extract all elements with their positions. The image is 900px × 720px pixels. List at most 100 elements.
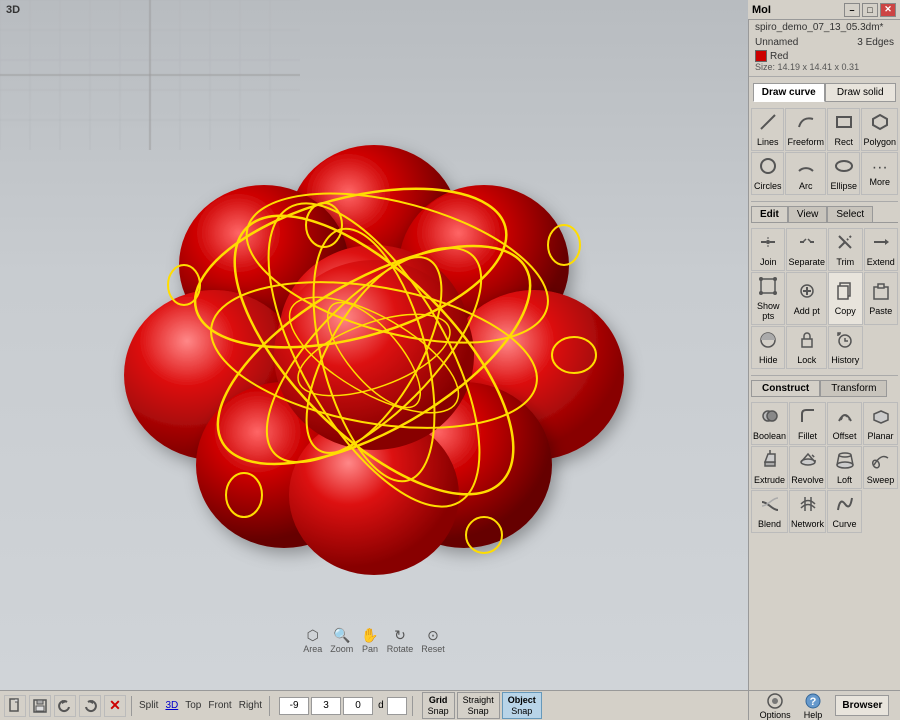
d-coord[interactable] <box>387 697 407 715</box>
tool-extend[interactable]: Extend <box>864 228 898 271</box>
more-icon: ··· <box>872 160 888 176</box>
z-coord[interactable] <box>343 697 373 715</box>
delete-button[interactable]: ✕ <box>104 695 126 717</box>
help-button[interactable]: ? Help <box>804 692 823 720</box>
close-button[interactable]: ✕ <box>880 3 896 17</box>
sweep-icon <box>871 450 891 474</box>
save-button[interactable] <box>29 695 51 717</box>
tool-lock[interactable]: Lock <box>786 326 827 369</box>
tool-show-pts[interactable]: Show pts <box>751 272 785 325</box>
tool-planar[interactable]: Planar <box>863 402 898 445</box>
view-tab[interactable]: View <box>788 206 828 222</box>
select-tab[interactable]: Select <box>827 206 873 222</box>
tool-trim[interactable]: Trim <box>828 228 862 271</box>
tool-join[interactable]: Join <box>751 228 785 271</box>
ellipse-icon <box>834 156 854 180</box>
separator-1 <box>751 201 898 202</box>
edit-tools: Join Separate Trim Extend Show pts <box>749 225 900 372</box>
tool-offset[interactable]: Offset <box>827 402 862 445</box>
fillet-icon <box>798 406 818 430</box>
tool-separate[interactable]: Separate <box>786 228 827 271</box>
split-label[interactable]: Split <box>137 700 160 711</box>
tool-history[interactable]: History <box>828 326 862 369</box>
construct-tab[interactable]: Construct <box>751 380 820 397</box>
tool-hide[interactable]: Hide <box>751 326 785 369</box>
titlebar-buttons: – □ ✕ <box>844 3 896 17</box>
object-name: Unnamed <box>755 37 798 48</box>
tool-copy[interactable]: Copy <box>828 272 862 325</box>
transform-tab[interactable]: Transform <box>820 380 887 397</box>
minimize-button[interactable]: – <box>844 3 860 17</box>
draw-curve-tab[interactable]: Draw curve <box>753 83 825 102</box>
app-title: MoI <box>752 4 771 16</box>
tool-boolean[interactable]: Boolean <box>751 402 788 445</box>
circles-icon <box>758 156 778 180</box>
draw-curve-tools: Lines Freeform Rect Polygon Circles <box>749 105 900 198</box>
tool-blend[interactable]: Blend <box>751 490 788 533</box>
titlebar: MoI – □ ✕ <box>748 0 900 20</box>
tool-curve[interactable]: Curve <box>827 490 862 533</box>
draw-solid-tab[interactable]: Draw solid <box>825 83 897 102</box>
tool-paste[interactable]: Paste <box>864 272 898 325</box>
browser-button[interactable]: Browser <box>835 695 889 716</box>
separator-2 <box>751 375 898 376</box>
network-icon <box>798 494 818 518</box>
right-label[interactable]: Right <box>237 700 264 711</box>
tool-rect[interactable]: Rect <box>827 108 860 151</box>
options-button[interactable]: Options <box>760 692 791 720</box>
maximize-button[interactable]: □ <box>862 3 878 17</box>
tool-lines[interactable]: Lines <box>751 108 784 151</box>
tool-loft[interactable]: Loft <box>827 446 862 489</box>
undo-button[interactable] <box>54 695 76 717</box>
straight-snap-button[interactable]: Straight Snap <box>457 692 500 720</box>
object-snap-button[interactable]: Object Snap <box>502 692 542 720</box>
viewport-3d[interactable]: 3D <box>0 0 748 690</box>
nav-rotate[interactable]: ↻ Rotate <box>387 627 414 654</box>
tool-network[interactable]: Network <box>789 490 826 533</box>
grid-snap-button[interactable]: Grid Snap <box>422 692 455 720</box>
snap-area: Grid Snap Straight Snap Object Snap <box>422 692 542 720</box>
construct-tabs: Construct Transform <box>751 380 898 397</box>
polygon-icon <box>870 112 890 136</box>
paste-icon <box>871 281 891 305</box>
y-coord[interactable] <box>311 697 341 715</box>
separate-icon <box>797 232 817 256</box>
right-panel: MoI – □ ✕ spiro_demo_07_13_05.3dm* Unnam… <box>748 0 900 720</box>
tool-freeform[interactable]: Freeform <box>785 108 826 151</box>
tool-ellipse[interactable]: Ellipse <box>827 152 860 195</box>
model-3d <box>84 65 664 625</box>
edit-tab[interactable]: Edit <box>751 206 788 222</box>
construct-tools: Boolean Fillet Offset Planar Extrude <box>749 399 900 536</box>
draw-tabs: Draw curve Draw solid <box>753 83 896 102</box>
tool-arc[interactable]: Arc <box>785 152 826 195</box>
tool-sweep[interactable]: Sweep <box>863 446 898 489</box>
top-label[interactable]: Top <box>183 700 203 711</box>
new-button[interactable] <box>4 695 26 717</box>
tool-circles[interactable]: Circles <box>751 152 784 195</box>
tool-polygon[interactable]: Polygon <box>861 108 898 151</box>
coord-label: d <box>378 700 384 711</box>
separator-toolbar-2 <box>269 696 270 716</box>
front-label[interactable]: Front <box>206 700 233 711</box>
tool-more[interactable]: ··· More <box>861 152 898 195</box>
separator-toolbar-1 <box>131 696 132 716</box>
tool-extrude[interactable]: Extrude <box>751 446 788 489</box>
nav-icons: ⬡ Area 🔍 Zoom ✋ Pan ↻ Rotate ⊙ Reset <box>303 627 445 654</box>
tool-add-pt[interactable]: Add pt <box>786 272 827 325</box>
nav-reset[interactable]: ⊙ Reset <box>421 627 445 654</box>
nav-pan[interactable]: ✋ Pan <box>361 627 378 654</box>
coords-area <box>279 697 373 715</box>
tool-revolve[interactable]: Revolve <box>789 446 826 489</box>
hide-icon <box>758 330 778 354</box>
3d-label[interactable]: 3D <box>163 700 180 711</box>
redo-button[interactable] <box>79 695 101 717</box>
svg-text:?: ? <box>810 696 817 708</box>
nav-zoom[interactable]: 🔍 Zoom <box>330 627 353 654</box>
edge-count: 3 Edges <box>857 37 894 48</box>
nav-area[interactable]: ⬡ Area <box>303 627 322 654</box>
offset-icon <box>835 406 855 430</box>
copy-icon <box>835 281 855 305</box>
color-swatch[interactable] <box>755 50 767 62</box>
tool-fillet[interactable]: Fillet <box>789 402 826 445</box>
x-coord[interactable] <box>279 697 309 715</box>
